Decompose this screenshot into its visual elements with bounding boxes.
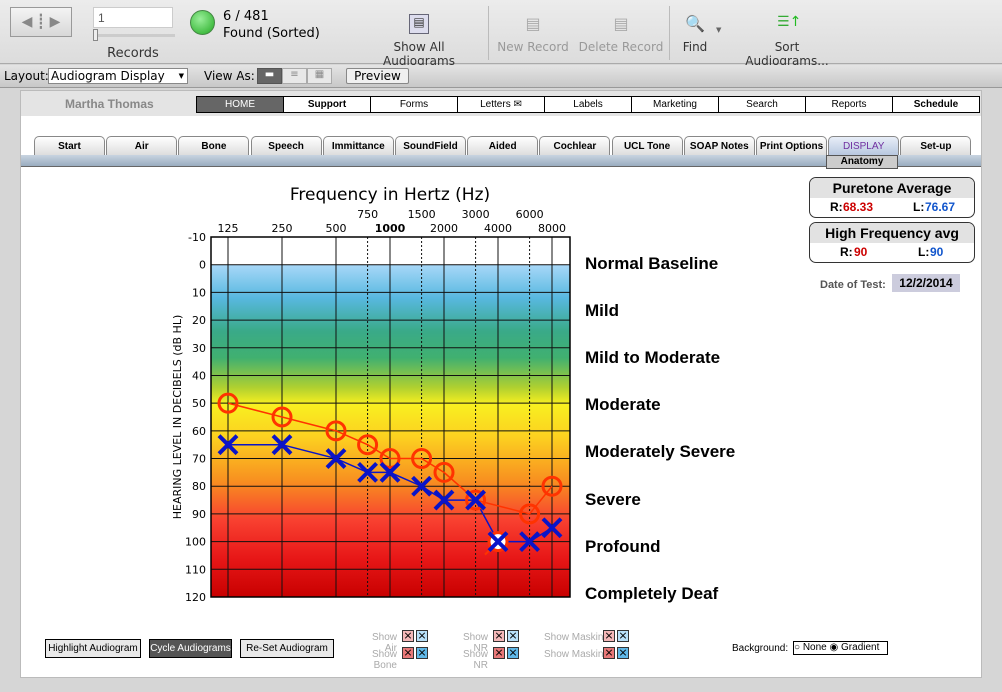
show-bone-label: Show Bone <box>371 649 397 671</box>
x-tick-label: 1000 <box>375 222 406 235</box>
background-label: Background: <box>732 643 789 654</box>
show-mask2-label: Show Masking <box>543 649 609 660</box>
y-tick-label: 50 <box>192 397 206 410</box>
y-tick-label: 10 <box>192 286 206 299</box>
background-none-label: None <box>802 642 827 653</box>
hearing-category-label: Completely Deaf <box>585 583 719 603</box>
background-options: ○ None ◉ Gradient <box>793 641 888 655</box>
show-mask1-label: Show Masking <box>543 632 609 643</box>
show-bone-right-checkbox[interactable]: ⨯ <box>402 647 414 659</box>
x-tick-label: 4000 <box>484 222 512 235</box>
y-tick-label: 90 <box>192 508 206 521</box>
show-bone-left-checkbox[interactable]: ⨯ <box>416 647 428 659</box>
show-nr2-left-checkbox[interactable]: ⨯ <box>507 647 519 659</box>
y-tick-label: 0 <box>199 259 206 272</box>
background-gradient-label: Gradient <box>841 642 880 653</box>
show-air-right-checkbox[interactable]: ⨯ <box>402 630 414 642</box>
x-tick-label: 125 <box>218 222 239 235</box>
y-tick-label: 120 <box>185 591 206 604</box>
hearing-category-label: Mild <box>585 301 619 321</box>
cycle-audiograms-button[interactable]: Cycle Audiograms <box>149 639 232 658</box>
hearing-category-label: Profound <box>585 536 661 556</box>
show-nr1-right-checkbox[interactable]: ⨯ <box>493 630 505 642</box>
y-tick-label: -10 <box>188 231 206 244</box>
reset-audiogram-button[interactable]: Re-Set Audiogram <box>240 639 334 658</box>
y-tick-label: 40 <box>192 369 206 382</box>
x-tick-label: 2000 <box>430 222 458 235</box>
show-nr2-label: Show NR <box>462 649 488 671</box>
hearing-category-label: Normal Baseline <box>585 254 719 273</box>
y-axis-label: HEARING LEVEL IN DECIBELS (dB HL) <box>171 315 184 520</box>
hearing-category-label: Mild to Moderate <box>585 348 721 368</box>
y-tick-label: 70 <box>192 453 206 466</box>
y-tick-label: 80 <box>192 480 206 493</box>
show-mask2-right-checkbox[interactable]: ⨯ <box>603 647 615 659</box>
x-tick-label-interoctave: 6000 <box>516 208 544 221</box>
x-tick-label-interoctave: 750 <box>357 208 378 221</box>
x-tick-label: 250 <box>272 222 293 235</box>
chart-title: Frequency in Hertz (Hz) <box>290 185 490 205</box>
x-tick-label: 500 <box>326 222 347 235</box>
hearing-category-label: Severe <box>585 489 641 509</box>
y-tick-label: 100 <box>185 536 206 549</box>
y-tick-label: 20 <box>192 314 206 327</box>
background-none-radio[interactable]: ○ None <box>794 642 827 653</box>
hearing-category-label: Moderate <box>585 395 661 415</box>
audiogram-chart: Frequency in Hertz (Hz) HEARING LEVEL IN… <box>171 185 571 604</box>
show-mask1-left-checkbox[interactable]: ⨯ <box>617 630 629 642</box>
background-gradient-radio[interactable]: ◉ Gradient <box>830 642 880 653</box>
y-tick-label: 60 <box>192 425 206 438</box>
show-mask2-left-checkbox[interactable]: ⨯ <box>617 647 629 659</box>
x-tick-label-interoctave: 1500 <box>408 208 436 221</box>
hearing-category-label: Moderately Severe <box>585 442 736 462</box>
y-tick-label: 110 <box>185 563 206 576</box>
x-tick-label: 8000 <box>538 222 566 235</box>
y-tick-label: 30 <box>192 342 206 355</box>
x-tick-label-interoctave: 3000 <box>462 208 490 221</box>
show-nr1-left-checkbox[interactable]: ⨯ <box>507 630 519 642</box>
show-air-left-checkbox[interactable]: ⨯ <box>416 630 428 642</box>
show-mask1-right-checkbox[interactable]: ⨯ <box>603 630 615 642</box>
show-nr2-right-checkbox[interactable]: ⨯ <box>493 647 505 659</box>
highlight-audiogram-button[interactable]: Highlight Audiogram <box>45 639 141 658</box>
